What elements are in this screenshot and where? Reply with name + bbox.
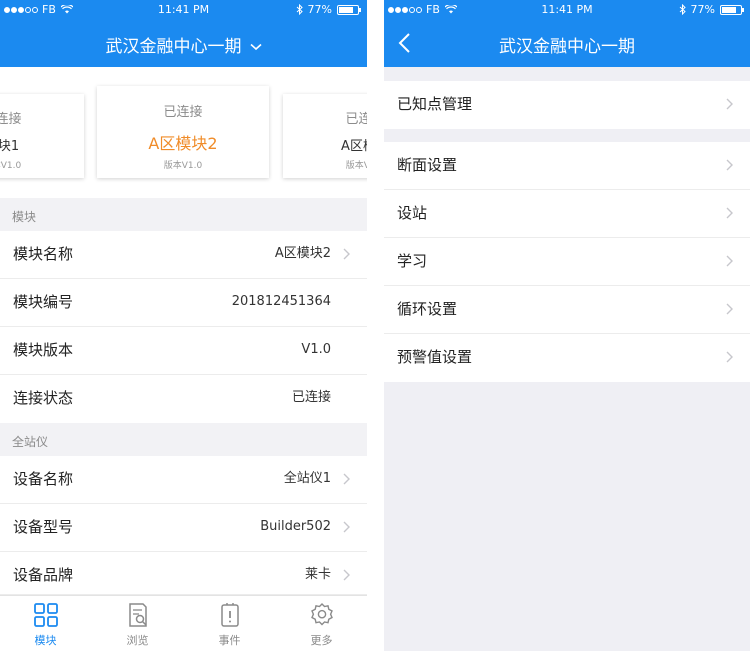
menu-item-label: 断面设置 [397, 156, 458, 174]
menu-item-learn[interactable]: 学习 [384, 238, 750, 286]
module-screen: FB 11:41 PM 77% 武汉金融中心一期 已连接 模块1 版本V1.0 … [0, 0, 367, 651]
event-icon [221, 603, 239, 627]
menu-item-label: 已知点管理 [397, 95, 473, 113]
chevron-right-icon [343, 248, 350, 260]
card-version: 版本V1.0 [163, 161, 203, 171]
battery-fill [722, 6, 736, 13]
nav-bar: FB 11:41 PM 77% 武汉金融中心一期 [0, 0, 367, 67]
chevron-down-icon [249, 43, 262, 51]
nav-bar: FB 11:41 PM 77% 武汉金融中心一期 [384, 0, 750, 67]
module-carousel[interactable]: 已连接 模块1 版本V1.0 已连接 A区模块2 版本V1.0 已连接 A区模块… [0, 67, 367, 198]
grid-icon [34, 603, 58, 627]
row-label: 设备型号 [13, 518, 74, 536]
chevron-right-icon [726, 351, 733, 363]
page-title: 武汉金融中心一期 [105, 37, 242, 57]
row-value: 201812451364 [231, 294, 331, 309]
card-version: 版本V1.0 [0, 161, 22, 171]
tab-browse[interactable]: 浏览 [92, 596, 183, 651]
menu-item-cycle-settings[interactable]: 循环设置 [384, 286, 750, 334]
status-bar: FB 11:41 PM 77% [384, 0, 750, 20]
chevron-right-icon [343, 521, 350, 533]
module-card[interactable]: 已连接 模块1 版本V1.0 [0, 94, 84, 178]
tab-bar: 模块 浏览 事件 更多 [0, 595, 367, 651]
battery-percent: 77% [307, 3, 332, 16]
row-value: 已连接 [291, 390, 331, 405]
row-label: 设备品牌 [13, 566, 74, 584]
menu-item-label: 学习 [397, 252, 428, 270]
card-status: 已连接 [345, 112, 367, 127]
row-label: 模块编号 [13, 293, 74, 311]
card-name: 模块1 [0, 139, 20, 154]
row-device-model[interactable]: 设备型号 Builder502 [0, 504, 367, 552]
row-label: 模块版本 [13, 341, 74, 359]
status-bar: FB 11:41 PM 77% [0, 0, 367, 20]
row-value: V1.0 [301, 342, 331, 357]
card-name: A区模块 [341, 139, 367, 154]
card-name: A区模块2 [148, 134, 218, 153]
row-label: 设备名称 [13, 470, 74, 488]
menu-item-label: 设站 [397, 204, 428, 222]
row-value: A区模块2 [274, 246, 331, 261]
card-status: 已连接 [163, 105, 203, 120]
chevron-right-icon [726, 159, 733, 171]
row-connection-status: 连接状态 已连接 [0, 375, 367, 423]
gear-icon [311, 603, 333, 626]
battery-icon [337, 4, 361, 15]
menu-item-label: 预警值设置 [397, 348, 473, 366]
tab-label: 更多 [310, 634, 333, 647]
row-module-version: 模块版本 V1.0 [0, 327, 367, 375]
card-status: 已连接 [0, 112, 22, 127]
row-label: 模块名称 [13, 245, 74, 263]
row-device-brand[interactable]: 设备品牌 莱卡 [0, 552, 367, 595]
tab-label: 模块 [34, 634, 57, 647]
project-selector[interactable]: 武汉金融中心一期 [0, 32, 367, 57]
tab-label: 浏览 [126, 634, 149, 647]
row-label: 连接状态 [13, 389, 74, 407]
row-value: 莱卡 [304, 567, 331, 582]
bluetooth-icon [679, 4, 686, 15]
chevron-right-icon [726, 207, 733, 219]
menu-item-station-setup[interactable]: 设站 [384, 190, 750, 238]
menu-item-known-points[interactable]: 已知点管理 [384, 81, 750, 129]
row-value: 全站仪1 [283, 471, 331, 486]
section-header-station: 全站仪 [0, 423, 367, 456]
bluetooth-icon [296, 4, 303, 15]
tab-module[interactable]: 模块 [0, 596, 91, 651]
chevron-right-icon [726, 303, 733, 315]
tab-label: 事件 [218, 634, 241, 647]
row-device-name[interactable]: 设备名称 全站仪1 [0, 456, 367, 504]
menu-item-alert-threshold[interactable]: 预警值设置 [384, 334, 750, 382]
page-title: 武汉金融中心一期 [499, 37, 635, 57]
chevron-right-icon [343, 569, 350, 581]
tab-event[interactable]: 事件 [184, 596, 275, 651]
settings-screen: FB 11:41 PM 77% 武汉金融中心一期 已知点管理 断面设置 设站 学… [384, 0, 750, 651]
module-card-selected[interactable]: 已连接 A区模块2 版本V1.0 [97, 86, 269, 178]
battery-percent: 77% [690, 3, 715, 16]
section-header-module: 模块 [0, 198, 367, 231]
battery-icon [720, 4, 744, 15]
chevron-right-icon [343, 473, 350, 485]
row-value: Builder502 [260, 519, 331, 534]
browse-icon [129, 603, 147, 627]
chevron-right-icon [726, 255, 733, 267]
chevron-right-icon [726, 98, 733, 110]
card-version: 版本V1.0 [345, 161, 367, 171]
battery-fill [339, 6, 353, 13]
module-card[interactable]: 已连接 A区模块 版本V1.0 [283, 94, 367, 178]
tab-more[interactable]: 更多 [276, 596, 367, 651]
menu-item-label: 循环设置 [397, 300, 458, 318]
menu-item-section-settings[interactable]: 断面设置 [384, 142, 750, 190]
row-module-number: 模块编号 201812451364 [0, 279, 367, 327]
row-module-name[interactable]: 模块名称 A区模块2 [0, 231, 367, 279]
